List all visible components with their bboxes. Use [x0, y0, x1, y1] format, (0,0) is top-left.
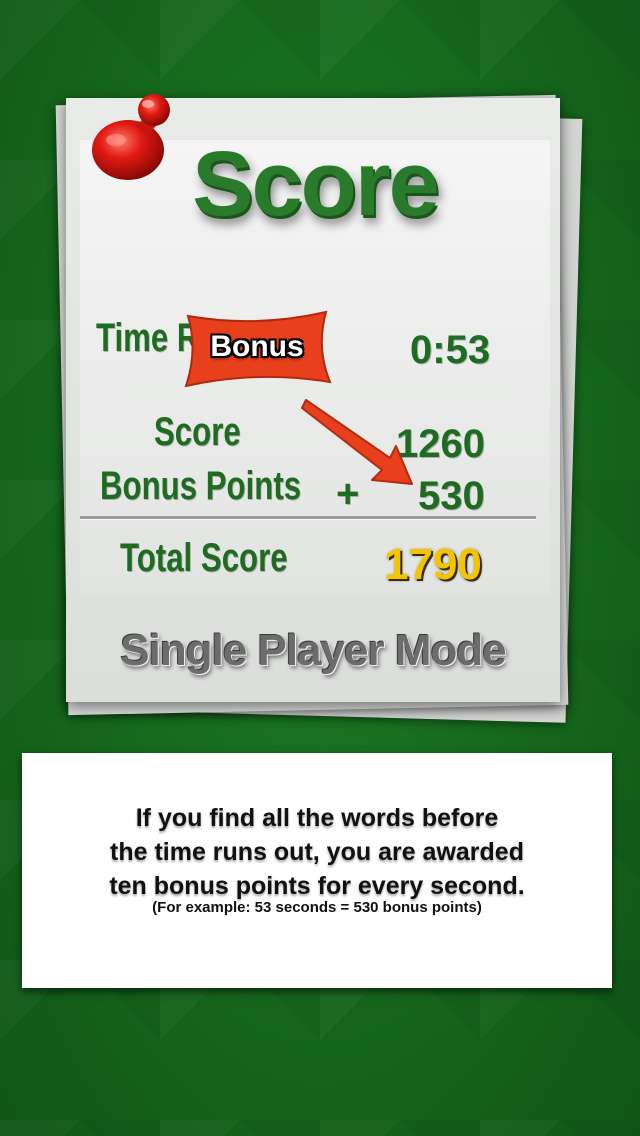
total-divider	[80, 516, 536, 520]
total-score-value: 1790	[384, 540, 482, 589]
bonus-callout-tag: Bonus	[182, 308, 332, 388]
bonus-tag-label: Bonus	[210, 330, 304, 363]
bonus-example-text: (For example: 53 seconds = 530 bonus poi…	[152, 899, 482, 916]
arrow-icon	[301, 399, 413, 485]
score-label: Score	[154, 410, 241, 454]
info-line-2: the time runs out, you are awarded	[110, 838, 524, 866]
score-title: Score	[192, 133, 440, 235]
game-mode-label: Single Player Mode	[120, 626, 506, 675]
bonus-points-label: Bonus Points	[100, 464, 302, 508]
bonus-info-panel: If you find all the words before the tim…	[22, 753, 612, 988]
info-line-1: If you find all the words before	[135, 804, 499, 832]
total-score-label: Total Score	[120, 536, 288, 580]
bonus-info-text: If you find all the words before the tim…	[22, 801, 612, 903]
time-remaining-value: 0:53	[410, 328, 491, 372]
info-line-3: ten bonus points for every second.	[109, 872, 525, 900]
